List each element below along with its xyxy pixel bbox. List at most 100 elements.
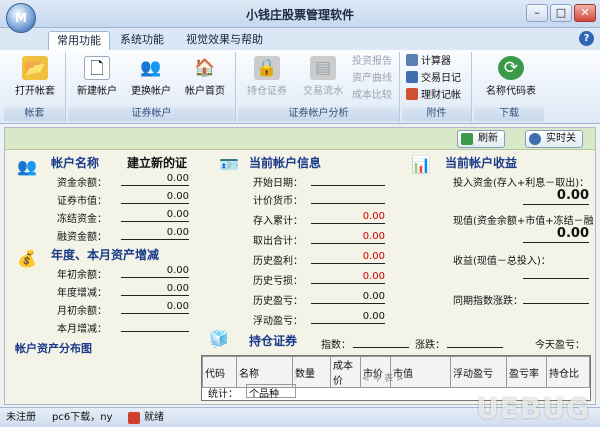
group-account-set: 📂 打开帐套 帐套: [4, 52, 66, 122]
calculator-button[interactable]: 计算器: [406, 54, 451, 69]
switch-account-button[interactable]: 👥 更换帐户: [124, 54, 178, 100]
status-indicator-icon: [128, 412, 140, 424]
month-change-label: 本月增减：: [57, 324, 107, 335]
realtime-off-button[interactable]: 实时关: [525, 130, 583, 148]
maximize-button[interactable]: □: [550, 4, 572, 22]
refresh-button[interactable]: 刷新: [457, 130, 505, 148]
month-start-label: 月初余额：: [57, 306, 107, 317]
year-start-label: 年初余额：: [57, 270, 107, 281]
trade-diary-button[interactable]: 交易日记: [406, 71, 461, 86]
minimize-button[interactable]: –: [526, 4, 548, 22]
name-code-table-button[interactable]: ⟳ 名称代码表: [482, 54, 540, 100]
open-account-set-button[interactable]: 📂 打开帐套: [8, 54, 62, 100]
blocks-icon: 🧊: [209, 329, 229, 348]
users-icon: 👥: [140, 58, 162, 78]
home-icon: 🏠: [194, 58, 216, 78]
app-menu-orb[interactable]: M: [6, 3, 36, 33]
finance-notes-button[interactable]: 理财记帐: [406, 88, 461, 103]
floating-pnl-label: 浮动盈亏：: [253, 316, 303, 327]
new-document-icon: 🗋: [84, 56, 110, 80]
yearmonth-title: 年度、本月资产增减: [51, 248, 160, 262]
index-value: [353, 335, 409, 348]
asset-curve-button[interactable]: 资产曲线: [352, 71, 392, 86]
col-name[interactable]: 名称: [236, 356, 293, 388]
col-floating-pnl[interactable]: 浮动盈亏: [450, 356, 507, 388]
group-label-attachments: 附件: [402, 107, 471, 121]
history-loss-value: 0.00: [311, 271, 385, 284]
tab-common[interactable]: 常用功能: [48, 31, 110, 50]
download-globe-icon: ⟳: [498, 56, 524, 80]
year-start-value: 0.00: [121, 265, 189, 278]
history-pnl-value: 0.00: [311, 291, 385, 304]
balance-label: 资金余额：: [57, 178, 107, 189]
invest-value: 0.00: [523, 188, 589, 205]
refresh-icon: [461, 133, 473, 145]
change-label: 涨跌：: [415, 340, 445, 351]
profit-value: [523, 266, 589, 279]
tab-visual-help[interactable]: 视觉效果与帮助: [178, 31, 271, 50]
history-profit-label: 历史盈利：: [253, 256, 303, 267]
group-label-account-analysis: 证券帐户分析: [238, 107, 399, 121]
floating-pnl-value: 0.00: [311, 311, 385, 324]
status-state: 就绪: [144, 412, 164, 423]
investment-report-button[interactable]: 投资报告: [352, 54, 392, 69]
currency-value: [311, 191, 385, 204]
money-icon: 💰: [17, 249, 37, 268]
col-position-ratio[interactable]: 持仓比: [546, 356, 590, 388]
present-value-value: 0.00: [523, 226, 589, 243]
tab-system[interactable]: 系统功能: [112, 31, 172, 50]
year-change-value: 0.00: [121, 283, 189, 296]
group-label-securities-account: 证券帐户: [68, 107, 235, 121]
start-date-label: 开始日期：: [253, 178, 303, 189]
deposit-total-label: 存入累计：: [253, 216, 303, 227]
history-profit-value: 0.00: [311, 251, 385, 264]
positions-title: 持仓证券: [249, 334, 298, 348]
transaction-flow-button[interactable]: ▤ 交易流水: [296, 54, 350, 100]
notes-icon: [406, 88, 418, 100]
withdraw-total-value: 0.00: [311, 231, 385, 244]
col-cost-price[interactable]: 成本价: [330, 356, 361, 388]
watermark-logo: UEBUG: [476, 392, 590, 425]
history-pnl-label: 历史盈亏：: [253, 296, 303, 307]
current-info-title: 当前帐户信息: [249, 156, 322, 170]
month-change-value: [121, 319, 189, 332]
new-account-button[interactable]: 🗋 新建帐户: [70, 54, 124, 100]
financing-label: 融资金额：: [57, 232, 107, 243]
summary-kinds: 个品种: [246, 384, 296, 400]
col-code[interactable]: 代码: [202, 356, 237, 388]
col-quantity[interactable]: 数量: [292, 356, 331, 388]
withdraw-total-label: 取出合计：: [253, 236, 303, 247]
action-bar: 刷新 实时关: [5, 128, 595, 150]
account-name-value: 建立新的证: [127, 156, 188, 170]
group-securities-account: 🗋 新建帐户 👥 更换帐户 🏠 帐户首页 证券帐户: [68, 52, 236, 122]
group-attachments: 计算器 交易日记 理财记帐 附件: [402, 52, 472, 122]
col-pnl-rate[interactable]: 盈亏率: [506, 356, 547, 388]
cost-comparison-button[interactable]: 成本比较: [352, 88, 392, 103]
title-bar: M 小钱庄股票管理软件 – □ ✕: [0, 0, 600, 33]
lock-icon: 🔒: [254, 56, 280, 80]
change-value: [447, 335, 503, 348]
ribbon-tabs: 常用功能 系统功能 视觉效果与帮助 ?: [0, 28, 600, 50]
start-date-value: [311, 173, 385, 186]
distribution-title: 帐户资产分布图: [15, 342, 92, 355]
help-icon[interactable]: ?: [579, 31, 594, 46]
status-source: pc6下载，ny: [52, 412, 113, 423]
group-label-account-set: 帐套: [4, 107, 65, 121]
status-user: 未注册: [6, 412, 36, 423]
group-account-analysis: 🔒 持仓证券 ▤ 交易流水 投资报告 资产曲线 成本比较 证券帐户分析: [238, 52, 400, 122]
close-button[interactable]: ✕: [574, 4, 596, 22]
currency-label: 计价货币：: [253, 196, 303, 207]
index-label: 指数：: [321, 340, 351, 351]
account-home-button[interactable]: 🏠 帐户首页: [178, 54, 232, 100]
month-start-value: 0.00: [121, 301, 189, 314]
present-value-label: 现值(资金余额+市值+冻结－融: [453, 216, 593, 227]
profit-label: 收益(现值－总投入)：: [453, 256, 551, 267]
bar-chart-icon: 📊: [411, 155, 431, 174]
financing-value: 0.00: [121, 227, 189, 240]
history-loss-label: 历史亏损：: [253, 276, 303, 287]
scroll-hint: < 今 表 >: [362, 374, 404, 384]
position-securities-button[interactable]: 🔒 持仓证券: [240, 54, 294, 100]
invest-label: 投入资金(存入+利息－取出)：: [453, 178, 590, 189]
calculator-icon: [406, 54, 418, 66]
frozen-funds-value: 0.00: [121, 209, 189, 222]
